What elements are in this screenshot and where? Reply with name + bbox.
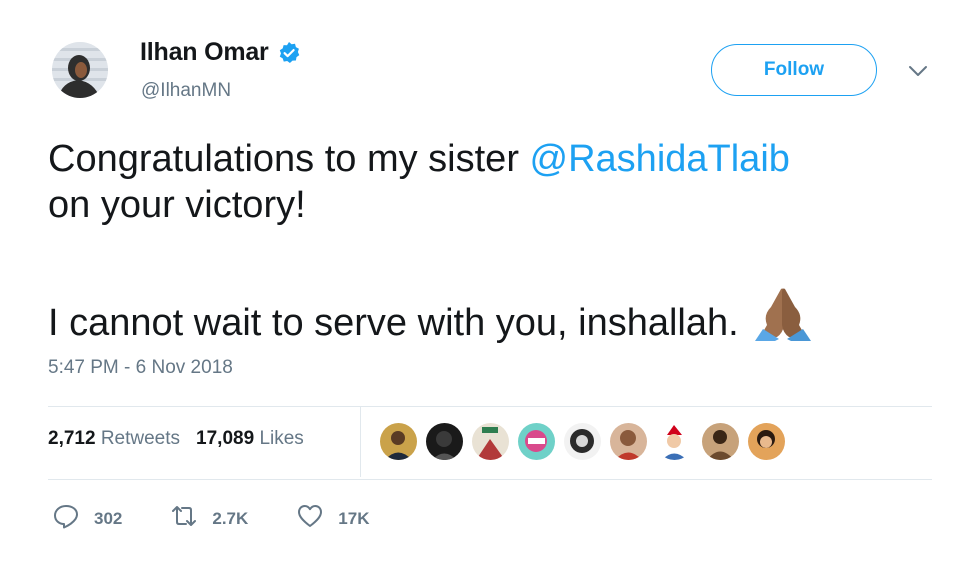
retweets-stat[interactable]: 2,712 Retweets [48, 428, 180, 450]
display-name-text: Ilhan Omar [140, 38, 269, 66]
chevron-down-icon[interactable] [906, 63, 930, 79]
reply-icon [52, 503, 80, 534]
folded-hands-emoji [753, 285, 813, 341]
tweet-timestamp[interactable]: 5:47 PM - 6 Nov 2018 [48, 357, 233, 379]
likes-stat[interactable]: 17,089 Likes [196, 428, 304, 450]
display-name[interactable]: Ilhan Omar [140, 38, 301, 67]
liker-avatar[interactable] [380, 423, 417, 460]
liker-avatar[interactable] [748, 423, 785, 460]
retweet-icon [170, 503, 198, 534]
tweet-line-1-text: Congratulations to my sister [48, 138, 530, 180]
reply-count: 302 [94, 508, 123, 528]
divider [48, 406, 932, 407]
liker-avatar[interactable] [518, 423, 555, 460]
like-count: 17K [338, 508, 370, 528]
likes-count: 17,089 [196, 428, 255, 449]
avatar[interactable] [52, 42, 108, 98]
user-handle[interactable]: @IlhanMN [141, 80, 231, 102]
tweet-line-2: on your victory! [48, 184, 306, 226]
retweet-button[interactable]: 2.7K [170, 503, 248, 534]
likes-label: Likes [259, 428, 304, 449]
liker-avatar[interactable] [564, 423, 601, 460]
heart-icon [296, 503, 324, 534]
like-button[interactable]: 17K [296, 503, 369, 534]
mention-link[interactable]: @RashidaTlaib [530, 138, 790, 180]
liker-avatar[interactable] [426, 423, 463, 460]
retweets-label: Retweets [100, 428, 181, 449]
retweet-count: 2.7K [212, 508, 249, 528]
stats-divider [360, 407, 361, 477]
verified-badge-icon [277, 41, 301, 65]
follow-button[interactable]: Follow [711, 44, 877, 96]
tweet-line-3: I cannot wait to serve with you, inshall… [48, 285, 948, 346]
reply-button[interactable]: 302 [52, 503, 122, 534]
engagement-stats: 2,712 Retweets 17,089 Likes [48, 428, 304, 450]
action-bar: 302 2.7K 17K [52, 503, 417, 534]
tweet-line-3-text: I cannot wait to serve with you, inshall… [48, 302, 739, 344]
liker-avatar[interactable] [656, 423, 693, 460]
liker-avatar[interactable] [472, 423, 509, 460]
divider [48, 479, 932, 480]
tweet-text: Congratulations to my sister @RashidaTla… [48, 136, 948, 346]
liker-avatar[interactable] [610, 423, 647, 460]
liker-avatar[interactable] [702, 423, 739, 460]
tweet-line-1: Congratulations to my sister @RashidaTla… [48, 136, 948, 182]
retweets-count: 2,712 [48, 428, 96, 449]
liker-avatars [380, 423, 785, 460]
